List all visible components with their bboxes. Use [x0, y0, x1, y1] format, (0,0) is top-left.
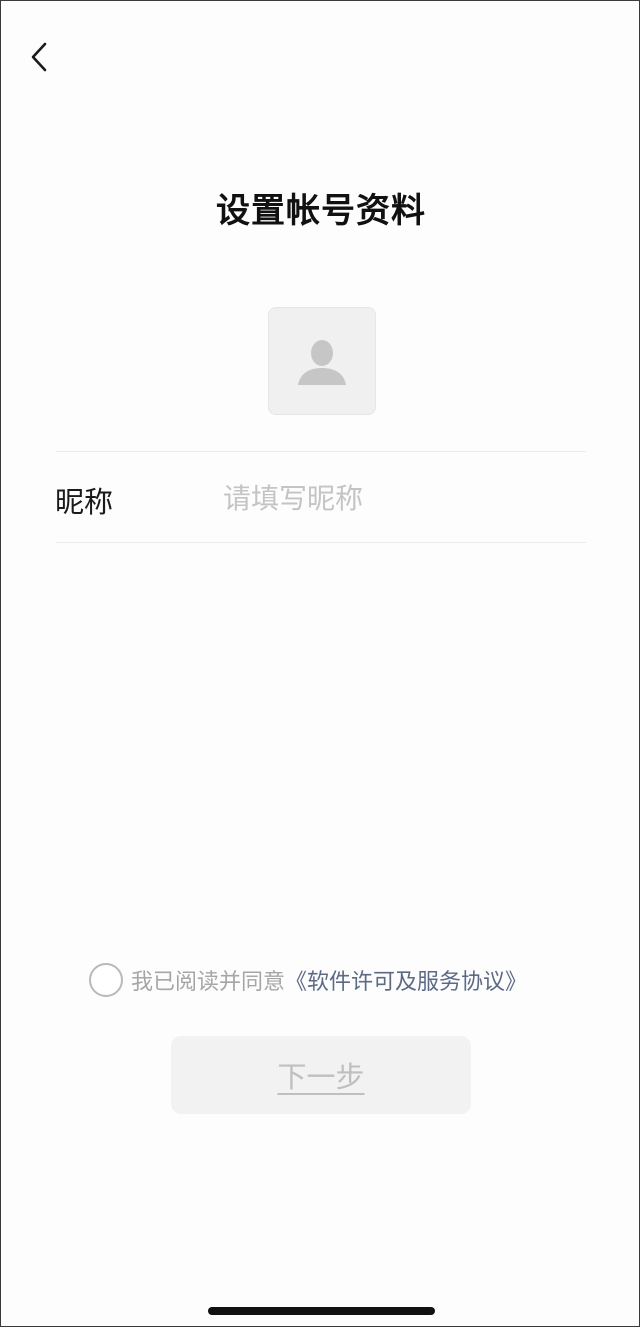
agreement-radio[interactable]	[89, 963, 123, 997]
home-indicator	[208, 1307, 435, 1315]
nickname-label: 昵称	[55, 485, 114, 519]
screen: 设置帐号资料 昵称 我已阅读并同意 《软件许可及服务协议》 下一步	[0, 0, 640, 1327]
person-silhouette-icon	[298, 340, 346, 385]
divider-bottom	[56, 542, 586, 543]
agreement-text: 我已阅读并同意	[131, 970, 286, 995]
agreement-link[interactable]: 《软件许可及服务协议》	[285, 964, 527, 996]
chevron-left-icon	[31, 42, 47, 72]
avatar-upload[interactable]	[268, 307, 376, 415]
divider-top	[56, 451, 586, 452]
back-button[interactable]	[19, 37, 59, 77]
nickname-input[interactable]	[223, 473, 583, 523]
agreement-row: 我已阅读并同意 《软件许可及服务协议》	[89, 961, 527, 999]
page-title: 设置帐号资料	[216, 191, 426, 231]
next-button[interactable]: 下一步	[171, 1036, 471, 1114]
